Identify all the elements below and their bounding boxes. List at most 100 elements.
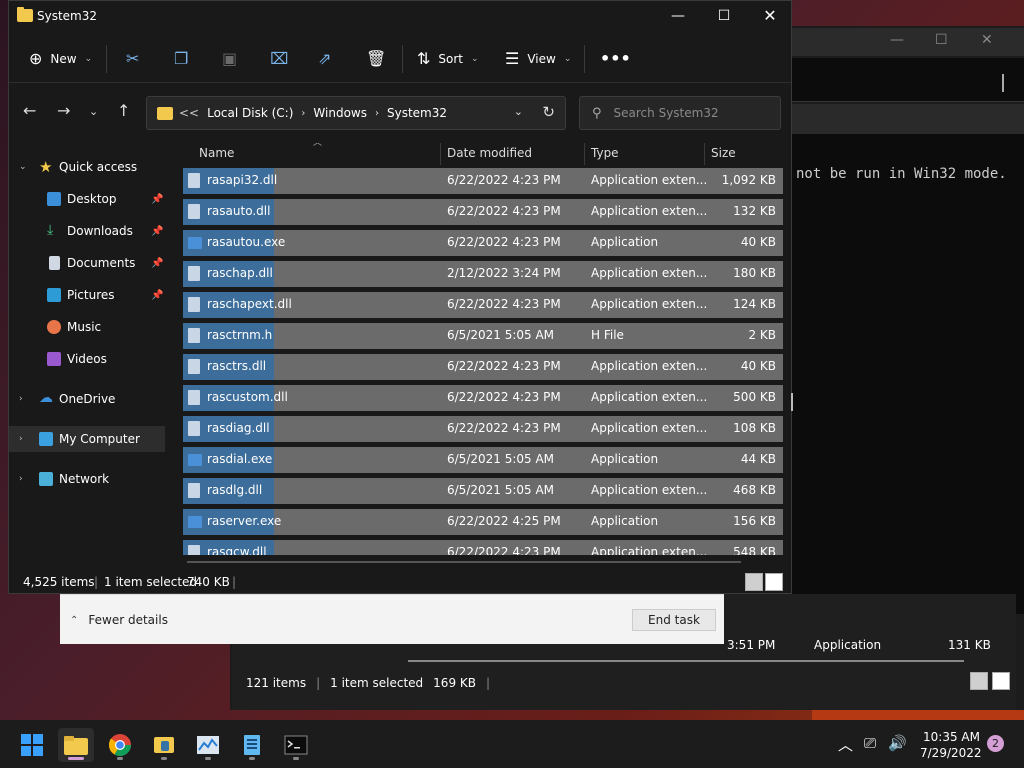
nav-music[interactable]: Music — [9, 314, 165, 340]
column-size[interactable]: Size — [711, 146, 736, 160]
file-row[interactable]: raserver.exe 6/22/2022 4:25 PM Application… — [183, 509, 783, 535]
taskbar-chrome[interactable] — [102, 728, 138, 762]
nav-network[interactable]: › Network — [9, 466, 165, 492]
taskbar-file-explorer[interactable] — [58, 728, 94, 762]
file-name[interactable]: raschapext.dll — [207, 297, 292, 311]
file-row[interactable]: rasdiag.dll 6/22/2022 4:23 PM Application … — [183, 416, 783, 442]
view-button[interactable]: ☰ View ⌄ — [505, 47, 571, 71]
column-divider[interactable] — [704, 143, 705, 165]
terminal-scrollbar[interactable] — [1002, 74, 1004, 92]
network-status-icon[interactable]: ⎚ — [864, 734, 876, 752]
column-name[interactable]: Name — [199, 146, 234, 160]
horizontal-scrollbar[interactable] — [187, 561, 741, 563]
file-name[interactable]: rasgcw.dll — [207, 545, 267, 555]
file-name[interactable]: rasauto.dll — [207, 204, 270, 218]
file-row[interactable]: rasctrs.dll 6/22/2022 4:23 PM Application … — [183, 354, 783, 380]
breadcrumb-segment[interactable]: System32 — [387, 106, 447, 120]
file-name[interactable]: rasdlg.dll — [207, 483, 262, 497]
pin-icon[interactable]: 📌 — [151, 194, 163, 205]
file-name[interactable]: rasautou.exe — [207, 235, 285, 249]
bg-hscrollbar[interactable] — [408, 660, 964, 662]
chevron-right-icon[interactable]: › — [375, 108, 379, 119]
recent-locations-icon[interactable]: ⌄ — [89, 106, 98, 117]
system-clock[interactable]: 10:35 AM 7/29/2022 — [920, 729, 982, 761]
file-row[interactable]: rasdlg.dll 6/5/2021 5:05 AM Application ex… — [183, 478, 783, 504]
pin-icon[interactable]: 📌 — [151, 258, 163, 269]
nav-quick-access[interactable]: ⌄ ★ Quick access — [9, 154, 165, 180]
pin-icon[interactable]: 📌 — [151, 290, 163, 301]
file-row[interactable]: rasautou.exe 6/22/2022 4:23 PM Application… — [183, 230, 783, 256]
file-name[interactable]: rascustom.dll — [207, 390, 288, 404]
address-bar[interactable]: << Local Disk (C:) › Windows › System32 … — [146, 96, 566, 130]
nav-downloads[interactable]: ⤓ Downloads 📌 — [9, 218, 165, 244]
cut-button[interactable]: ✂ — [126, 47, 139, 71]
sort-button[interactable]: ⇅ Sort ⌄ — [417, 47, 479, 71]
bg-details-view-button[interactable] — [970, 672, 988, 690]
rename-button[interactable]: ⌧ — [270, 47, 288, 71]
fewer-details-button[interactable]: ⌃ Fewer details — [70, 613, 168, 627]
column-type[interactable]: Type — [591, 146, 619, 160]
file-row[interactable]: rasgcw.dll 6/22/2022 4:23 PM Application e… — [183, 540, 783, 555]
chevron-down-icon[interactable]: ⌄ — [514, 105, 523, 118]
taskbar-task-manager[interactable] — [190, 728, 226, 762]
copy-button[interactable]: ❐ — [174, 47, 188, 71]
breadcrumb-segment[interactable]: Local Disk (C:) — [207, 106, 293, 120]
file-name[interactable]: rasapi32.dll — [207, 173, 277, 187]
chevron-right-icon[interactable]: › — [301, 108, 305, 119]
address-overflow[interactable]: << — [179, 106, 199, 120]
chevron-right-icon[interactable]: › — [19, 434, 23, 444]
nav-onedrive[interactable]: › ☁ OneDrive — [9, 386, 165, 412]
title-bar[interactable]: System32 — ☐ ✕ — [9, 1, 791, 33]
end-task-button[interactable]: End task — [632, 609, 716, 631]
bg-close-icon[interactable]: ✕ — [981, 32, 993, 48]
nav-videos[interactable]: Videos — [9, 346, 165, 372]
file-row[interactable]: rasauto.dll 6/22/2022 4:23 PM Application … — [183, 199, 783, 225]
chevron-down-icon[interactable]: ⌄ — [19, 162, 27, 172]
back-arrow-icon[interactable]: ← — [23, 103, 36, 119]
volume-icon[interactable]: 🔊 — [888, 734, 907, 752]
file-row[interactable]: rasapi32.dll 6/22/2022 4:23 PM Application… — [183, 168, 783, 194]
file-name[interactable]: rasctrs.dll — [207, 359, 266, 373]
tiles-view-button[interactable] — [765, 573, 783, 591]
minimize-icon[interactable]: — — [655, 5, 701, 27]
paste-button[interactable]: ▣ — [222, 47, 237, 71]
file-row[interactable]: raschapext.dll 6/22/2022 4:23 PM Applicati… — [183, 292, 783, 318]
more-options-button[interactable]: ••• — [600, 47, 631, 71]
nav-desktop[interactable]: Desktop 📌 — [9, 186, 165, 212]
nav-my-computer[interactable]: › My Computer — [9, 426, 165, 452]
close-icon[interactable]: ✕ — [747, 5, 793, 27]
file-row[interactable]: raschap.dll 2/12/2022 3:24 PM Application … — [183, 261, 783, 287]
nav-documents[interactable]: Documents 📌 — [9, 250, 165, 276]
column-divider[interactable] — [440, 143, 441, 165]
file-name[interactable]: rasdiag.dll — [207, 421, 270, 435]
up-arrow-icon[interactable]: ↑ — [117, 103, 130, 119]
file-row[interactable]: rascustom.dll 6/22/2022 4:23 PM Applicatio… — [183, 385, 783, 411]
notification-badge[interactable]: 2 — [987, 735, 1004, 752]
maximize-icon[interactable]: ☐ — [701, 5, 747, 27]
taskbar-python[interactable] — [146, 728, 182, 762]
bg-minimize-icon[interactable]: — — [890, 32, 904, 48]
breadcrumb-segment[interactable]: Windows — [313, 106, 367, 120]
bg-tiles-view-button[interactable] — [992, 672, 1010, 690]
nav-pictures[interactable]: Pictures 📌 — [9, 282, 165, 308]
file-name[interactable]: raschap.dll — [207, 266, 273, 280]
chevron-right-icon[interactable]: › — [19, 474, 23, 484]
taskbar-notepad[interactable] — [234, 728, 270, 762]
details-view-button[interactable] — [745, 573, 763, 591]
chevron-up-icon[interactable]: ︿ — [838, 734, 853, 755]
chevron-right-icon[interactable]: › — [19, 394, 23, 404]
file-name[interactable]: raserver.exe — [207, 514, 281, 528]
forward-arrow-icon[interactable]: → — [57, 103, 70, 119]
file-row[interactable]: rasdial.exe 6/5/2021 5:05 AM Application 44… — [183, 447, 783, 473]
taskbar-terminal[interactable] — [278, 728, 314, 762]
bg-maximize-icon[interactable]: ☐ — [935, 32, 948, 48]
pin-icon[interactable]: 📌 — [151, 226, 163, 237]
vertical-scrollbar[interactable] — [791, 393, 793, 411]
new-button[interactable]: ⊕ New ⌄ — [29, 47, 92, 71]
column-divider[interactable] — [584, 143, 585, 165]
refresh-icon[interactable]: ↻ — [542, 103, 555, 121]
start-button[interactable] — [14, 728, 50, 762]
file-name[interactable]: rasctrnm.h — [207, 328, 272, 342]
column-date[interactable]: Date modified — [447, 146, 532, 160]
file-name[interactable]: rasdial.exe — [207, 452, 272, 466]
